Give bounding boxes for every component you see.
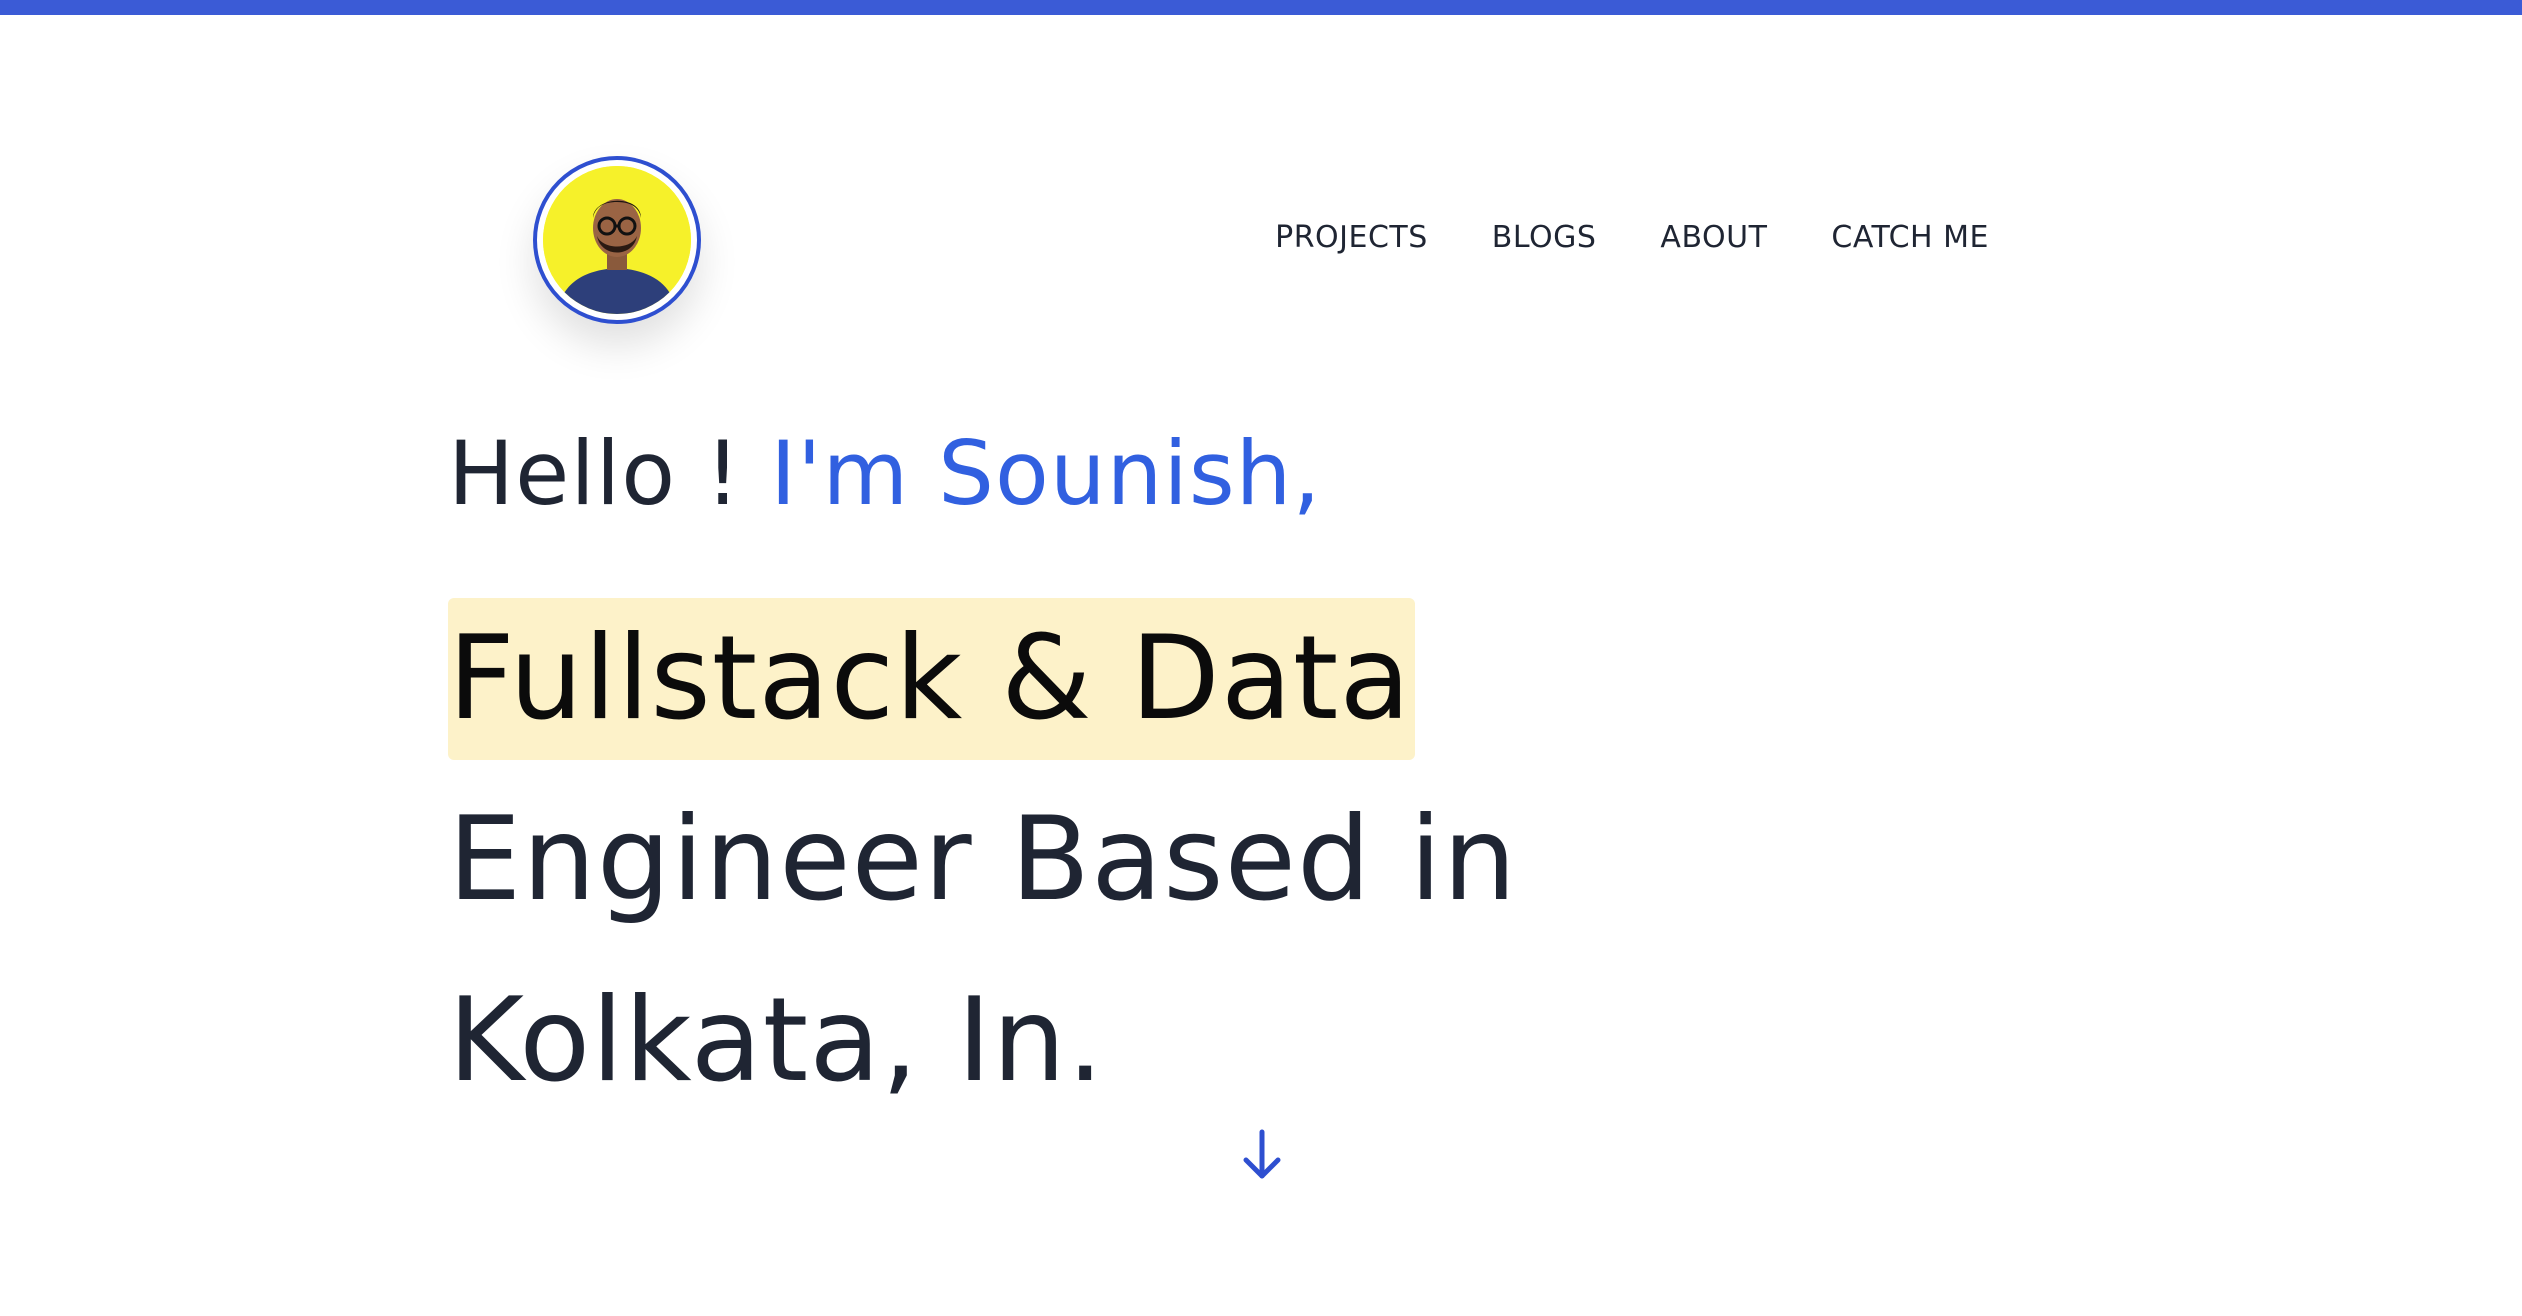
arrow-down-icon[interactable]	[1240, 1128, 1284, 1184]
avatar[interactable]	[533, 156, 701, 324]
person-icon	[543, 166, 691, 314]
headline-line-2: Engineer Based in	[448, 792, 1518, 927]
hero-greeting: Hello ! I'm Sounish,	[448, 430, 1517, 518]
hero-headline: Fullstack & Data Engineer Based in Kolka…	[448, 588, 1517, 1131]
nav-about-link[interactable]: ABOUT	[1660, 220, 1767, 255]
nav-projects-link[interactable]: PROJECTS	[1275, 220, 1428, 255]
nav-blogs-link[interactable]: BLOGS	[1492, 220, 1597, 255]
hero-section: Hello ! I'm Sounish, Fullstack & Data En…	[448, 430, 1517, 1131]
role-highlight: Fullstack & Data	[448, 598, 1416, 760]
headline-line-3: Kolkata, In.	[448, 973, 1105, 1108]
main-nav: PROJECTS BLOGS ABOUT CATCH ME	[1275, 220, 1989, 255]
hero-name: I'm Sounish,	[770, 422, 1322, 525]
greeting-text: Hello !	[448, 422, 742, 525]
nav-catch-me-link[interactable]: CATCH ME	[1831, 220, 1989, 255]
top-accent-bar	[0, 0, 2522, 15]
avatar-photo	[543, 166, 691, 314]
